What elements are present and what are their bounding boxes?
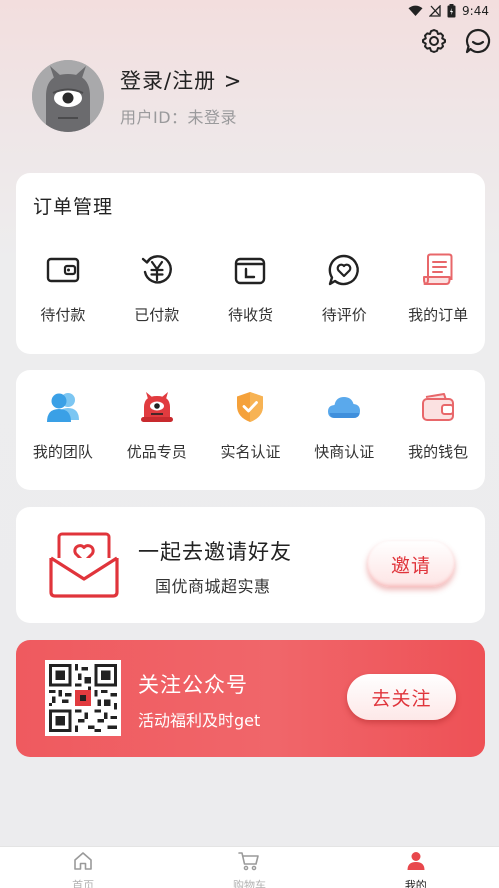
order-awaiting-review[interactable]: 待评价 — [297, 250, 391, 325]
receipt-icon — [418, 250, 458, 290]
my-team[interactable]: 我的团队 — [16, 387, 110, 462]
invite-title: 一起去邀请好友 — [138, 540, 292, 564]
profile-header: 登录/注册 > 用户ID：未登录 — [32, 60, 242, 132]
invite-subtitle: 国优商城超实惠 — [155, 577, 271, 596]
person-icon — [406, 851, 426, 875]
chat-bubble-icon[interactable] — [463, 26, 493, 56]
battery-icon — [447, 4, 456, 18]
tab-mine[interactable]: 我的 — [333, 847, 499, 888]
merchant-verification[interactable]: 快商认证 — [297, 387, 391, 462]
order-pending-payment[interactable]: 待付款 — [16, 250, 110, 325]
tab-home[interactable]: 首页 — [0, 847, 166, 888]
invite-button[interactable]: 邀请 — [367, 541, 455, 587]
my-orders[interactable]: 我的订单 — [391, 250, 485, 325]
invite-friends-card: 一起去邀请好友 国优商城超实惠 邀请 — [16, 507, 485, 623]
avatar[interactable] — [32, 60, 104, 132]
follow-account-card: 关注公众号 活动福利及时get 去关注 — [16, 640, 485, 757]
identity-verification[interactable]: 实名认证 — [204, 387, 298, 462]
wifi-icon — [408, 5, 423, 17]
clock: 9:44 — [462, 4, 489, 18]
gear-icon[interactable] — [419, 26, 449, 56]
home-icon — [73, 851, 93, 875]
login-register-link[interactable]: 登录/注册 > — [120, 65, 242, 95]
order-awaiting-receipt[interactable]: 待收货 — [204, 250, 298, 325]
bottom-tab-bar: 首页 购物车 我的 — [0, 846, 499, 888]
cart-icon — [238, 851, 260, 875]
order-management-card: 订单管理 待付款 已付款 待收货 待评价 我的订单 — [16, 173, 485, 354]
team-icon — [43, 387, 83, 427]
wallet-icon — [418, 387, 458, 427]
follow-title: 关注公众号 — [138, 673, 248, 697]
my-wallet[interactable]: 我的钱包 — [391, 387, 485, 462]
wallet-outline-icon — [43, 250, 83, 290]
order-paid[interactable]: 已付款 — [110, 250, 204, 325]
red-monster-icon — [137, 387, 177, 427]
premium-specialist[interactable]: 优品专员 — [110, 387, 204, 462]
shield-check-icon — [230, 387, 270, 427]
header-actions — [419, 26, 493, 56]
qr-code — [45, 660, 121, 736]
follow-button[interactable]: 去关注 — [347, 674, 456, 720]
signal-off-icon — [429, 5, 441, 17]
status-bar: 9:44 — [0, 0, 499, 22]
box-icon — [230, 250, 270, 290]
heart-chat-icon — [324, 250, 364, 290]
services-card: 我的团队 优品专员 实名认证 快商认证 我的钱包 — [16, 370, 485, 490]
tab-cart[interactable]: 购物车 — [166, 847, 332, 888]
order-management-title: 订单管理 — [33, 196, 114, 218]
cloud-icon — [324, 387, 364, 427]
envelope-heart-icon — [49, 532, 119, 602]
follow-subtitle: 活动福利及时get — [138, 711, 261, 730]
yuan-refresh-icon — [137, 250, 177, 290]
user-id-label: 用户ID：未登录 — [120, 107, 238, 127]
